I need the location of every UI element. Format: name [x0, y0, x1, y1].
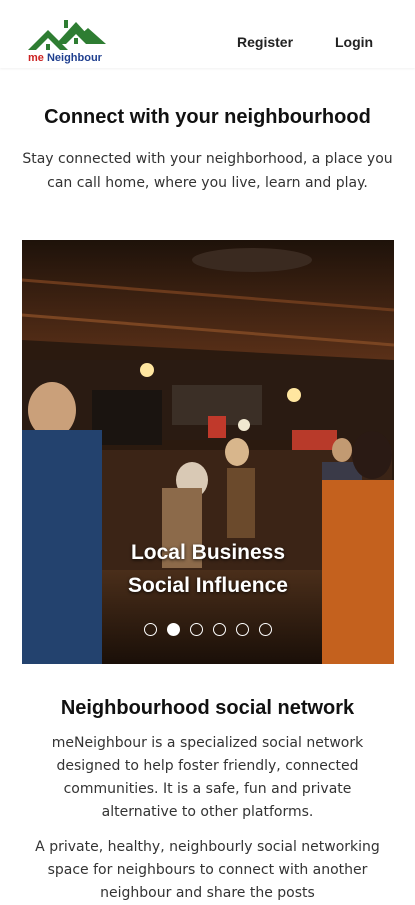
hero-title: Connect with your neighbourhood — [44, 106, 371, 128]
about-paragraph: meNeighbour is a specialized social netw… — [51, 735, 364, 820]
carousel-dot[interactable] — [213, 623, 226, 636]
carousel-caption: Local Business Social Influence — [22, 536, 394, 602]
caption-line-2: Social Influence — [128, 574, 288, 597]
login-link[interactable]: Login — [335, 34, 373, 50]
carousel-dot[interactable] — [259, 623, 272, 636]
hero-subtitle: Stay connected with your neighborhood, a… — [22, 151, 393, 191]
image-carousel[interactable]: Local Business Social Influence — [22, 240, 394, 664]
meneighbour-logo[interactable]: me Neighbour — [26, 14, 110, 66]
carousel-dot[interactable] — [144, 623, 157, 636]
register-link[interactable]: Register — [237, 34, 293, 50]
caption-line-1: Local Business — [130, 541, 286, 564]
carousel-dot[interactable] — [167, 623, 180, 636]
carousel-indicators — [22, 623, 394, 641]
carousel-dot[interactable] — [236, 623, 249, 636]
houses-icon — [28, 20, 106, 50]
logo-wordmark: me Neighbour — [28, 52, 102, 64]
mission-paragraph: A private, healthy, neighbourly social n… — [35, 839, 380, 901]
carousel-dot[interactable] — [190, 623, 203, 636]
top-navbar: me Neighbour Register Login — [0, 0, 415, 68]
section-title: Neighbourhood social network — [60, 697, 355, 719]
